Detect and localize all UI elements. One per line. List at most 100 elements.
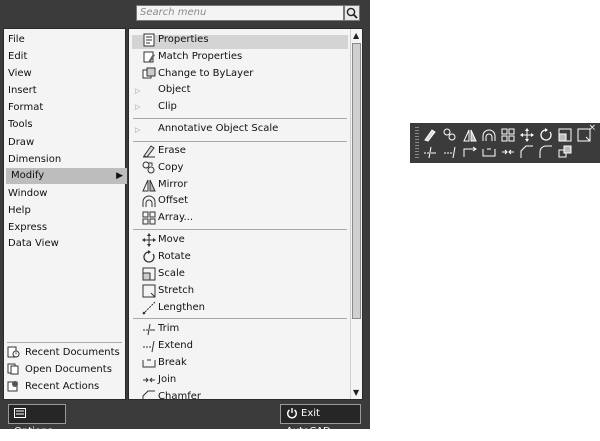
- application-menu: Search menu File Edit View Insert Format…: [0, 0, 370, 437]
- menu-item-join[interactable]: Join: [158, 372, 176, 388]
- rotate-icon: [143, 250, 155, 263]
- menu-item-draw[interactable]: Draw: [8, 135, 125, 151]
- modify-toolbar[interactable]: ×: [410, 123, 600, 163]
- join-icon: [143, 377, 155, 383]
- move-icon: [142, 233, 156, 247]
- stretch-icon: [142, 284, 156, 298]
- properties-icon: [143, 33, 155, 47]
- options-icon: [14, 408, 26, 418]
- offset-icon[interactable]: [482, 128, 496, 142]
- menu-item-insert[interactable]: Insert: [8, 83, 125, 99]
- menu-item-annotative-object-scale[interactable]: Annotative Object Scale: [158, 121, 278, 137]
- scroll-thumb[interactable]: [352, 43, 361, 319]
- menu-item-data-view[interactable]: Data View: [8, 236, 125, 252]
- lengthen-icon: [142, 301, 156, 315]
- break-icon: [142, 359, 156, 368]
- move-icon[interactable]: [520, 128, 534, 142]
- menu-item-array[interactable]: Array...: [158, 210, 193, 226]
- offset-icon: [142, 195, 156, 207]
- recent-documents-icon: [7, 346, 20, 358]
- extend-icon: [143, 340, 155, 353]
- erase-icon: [143, 145, 155, 158]
- menu-item-rotate[interactable]: Rotate: [158, 249, 191, 265]
- array-icon: [142, 211, 156, 225]
- menu-item-help[interactable]: Help: [8, 203, 125, 219]
- rotate-icon[interactable]: [539, 128, 553, 142]
- scale-icon[interactable]: [558, 128, 572, 142]
- submenu-arrow-icon: ▶: [116, 171, 123, 181]
- menu-item-object[interactable]: Object: [158, 82, 191, 98]
- menu-item-modify[interactable]: Modify ▶: [6, 168, 127, 184]
- scroll-down-icon[interactable]: ▼: [353, 388, 359, 397]
- recent-separator: [7, 342, 122, 343]
- submenu-indicator-icon: ▷: [135, 87, 141, 95]
- array-icon[interactable]: [501, 128, 515, 142]
- recent-actions-button[interactable]: Recent Actions: [7, 379, 99, 395]
- menu-separator: [133, 229, 347, 230]
- menu-item-match-properties[interactable]: Match Properties: [158, 49, 242, 65]
- chamfer-icon: [142, 390, 155, 399]
- menu-item-express[interactable]: Express: [8, 220, 125, 236]
- menu-item-offset[interactable]: Offset: [158, 193, 188, 209]
- exit-autocad-button[interactable]: Exit AutoCAD: [280, 404, 361, 437]
- menu-item-tools[interactable]: Tools: [8, 117, 125, 133]
- copy-icon[interactable]: [443, 128, 457, 142]
- modify-submenu-panel: Properties Match Properties Change to By…: [128, 28, 363, 400]
- menu-item-dimension[interactable]: Dimension: [8, 152, 125, 168]
- break-icon[interactable]: [482, 145, 496, 159]
- open-documents-button[interactable]: Open Documents: [7, 362, 112, 378]
- menu-item-break[interactable]: Break: [158, 355, 187, 371]
- menu-item-window[interactable]: Window: [8, 186, 125, 202]
- menu-categories-panel: File Edit View Insert Format Tools Draw …: [3, 28, 127, 400]
- mirror-icon[interactable]: [463, 128, 477, 142]
- scroll-up-icon[interactable]: ▲: [353, 31, 359, 40]
- change-bylayer-icon: [142, 67, 156, 79]
- search-icon: [346, 7, 358, 19]
- toolbar-grip[interactable]: [415, 127, 419, 160]
- recent-actions-icon: [7, 380, 20, 392]
- menu-item-file[interactable]: File: [8, 32, 125, 48]
- menu-item-properties[interactable]: Properties: [158, 32, 209, 48]
- menu-item-view[interactable]: View: [8, 66, 125, 82]
- menu-item-modify-label: Modify: [11, 170, 45, 181]
- scale-icon: [142, 267, 156, 281]
- menu-item-mirror[interactable]: Mirror: [158, 177, 187, 193]
- options-label: Options: [14, 426, 53, 437]
- menu-item-lengthen[interactable]: Lengthen: [158, 300, 205, 316]
- fillet-icon[interactable]: [539, 145, 553, 159]
- menu-item-edit[interactable]: Edit: [8, 49, 125, 65]
- trim-icon: [143, 323, 155, 336]
- recent-actions-label: Recent Actions: [25, 381, 100, 392]
- menu-separator: [133, 318, 347, 319]
- menu-item-extend[interactable]: Extend: [158, 338, 193, 354]
- options-button[interactable]: Options: [8, 404, 66, 437]
- menu-item-copy[interactable]: Copy: [158, 160, 183, 176]
- menu-scrollbar[interactable]: ▲ ▼: [350, 29, 362, 399]
- menu-item-change-to-bylayer[interactable]: Change to ByLayer: [158, 66, 253, 82]
- submenu-indicator-icon: ▷: [135, 103, 141, 111]
- chamfer-icon[interactable]: [520, 145, 534, 159]
- menu-separator: [133, 141, 347, 142]
- match-properties-icon: [143, 51, 155, 63]
- trim-icon[interactable]: [423, 145, 437, 159]
- menu-item-clip[interactable]: Clip: [158, 99, 177, 115]
- stretch-icon[interactable]: [577, 128, 591, 142]
- recent-documents-label: Recent Documents: [25, 347, 120, 358]
- erase-icon[interactable]: [423, 128, 437, 142]
- menu-item-scale[interactable]: Scale: [158, 266, 185, 282]
- menu-item-move[interactable]: Move: [158, 232, 185, 248]
- menu-item-chamfer[interactable]: Chamfer: [158, 389, 201, 399]
- search-button[interactable]: [344, 5, 360, 21]
- extend-icon[interactable]: [443, 145, 457, 159]
- join-icon[interactable]: [501, 145, 515, 159]
- menu-item-trim[interactable]: Trim: [158, 321, 179, 337]
- submenu-indicator-icon: ▷: [135, 126, 141, 134]
- menu-item-stretch[interactable]: Stretch: [158, 283, 194, 299]
- break-at-point-icon[interactable]: [463, 145, 477, 159]
- search-input[interactable]: Search menu: [136, 5, 344, 21]
- menu-item-format[interactable]: Format: [8, 100, 125, 116]
- menu-item-erase[interactable]: Erase: [158, 143, 186, 159]
- power-icon: [287, 408, 297, 419]
- recent-documents-button[interactable]: Recent Documents: [7, 345, 120, 361]
- explode-icon[interactable]: [558, 145, 572, 159]
